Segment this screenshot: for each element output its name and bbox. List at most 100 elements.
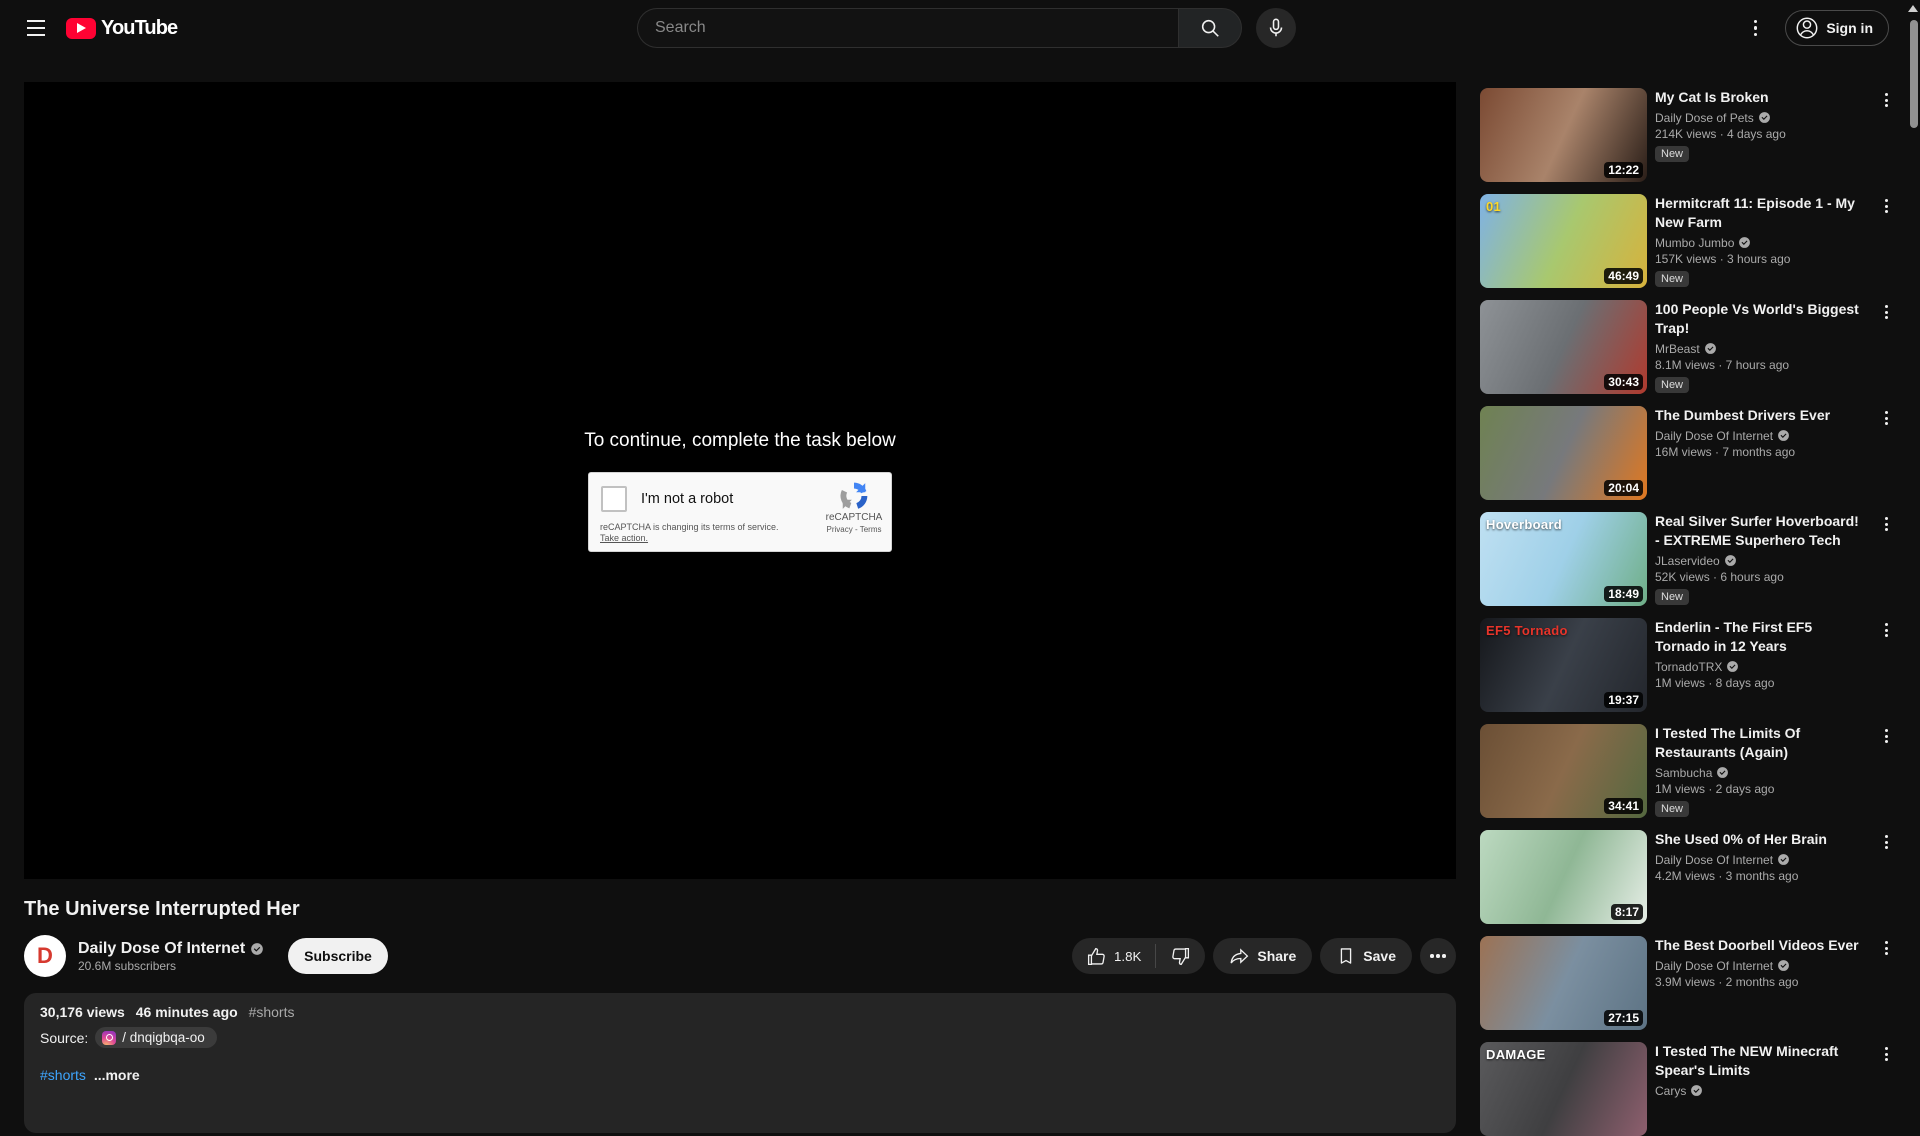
related-channel-name[interactable]: Daily Dose Of Internet [1655,429,1866,443]
related-video-item[interactable]: 01 46:49 Hermitcraft 11: Episode 1 - My … [1480,194,1892,288]
related-channel-name[interactable]: MrBeast [1655,342,1866,356]
related-video-item[interactable]: 27:15 The Best Doorbell Videos Ever Dail… [1480,936,1892,1030]
kebab-icon [1885,411,1888,414]
dislike-button[interactable] [1156,938,1205,974]
kebab-icon [1885,517,1888,520]
search-box [637,8,1242,48]
video-thumbnail[interactable]: 27:15 [1480,936,1647,1030]
related-video-item[interactable]: 30:43 100 People Vs World's Biggest Trap… [1480,300,1892,394]
related-item-menu-button[interactable] [1874,936,1898,960]
related-item-menu-button[interactable] [1874,1042,1898,1066]
description-panel[interactable]: 30,176 views 46 minutes ago #shorts Sour… [24,993,1456,1133]
shorts-hashtag-link[interactable]: #shorts [40,1067,86,1083]
captcha-privacy-link[interactable]: Privacy [827,525,853,534]
scrollbar-thumb[interactable] [1910,20,1918,128]
description-meta-line: 30,176 views 46 minutes ago #shorts [40,1004,1440,1020]
kebab-icon [1885,305,1888,308]
search-button[interactable] [1178,8,1242,48]
show-more-link[interactable]: ...more [94,1067,140,1083]
sign-in-button[interactable]: Sign in [1785,10,1889,46]
video-thumbnail[interactable]: 01 46:49 [1480,194,1647,288]
search-input[interactable] [637,8,1178,48]
related-item-menu-button[interactable] [1874,724,1898,748]
related-channel-name[interactable]: JLaservideo [1655,554,1866,568]
related-channel-name[interactable]: TornadoTRX [1655,660,1866,674]
related-video-title[interactable]: My Cat Is Broken [1655,88,1866,107]
related-channel-name[interactable]: Daily Dose of Pets [1655,111,1866,125]
related-channel-name[interactable]: Mumbo Jumbo [1655,236,1866,250]
more-actions-button[interactable] [1420,938,1456,974]
related-video-item[interactable]: 8:17 She Used 0% of Her Brain Daily Dose… [1480,830,1892,924]
related-item-menu-button[interactable] [1874,406,1898,430]
share-button[interactable]: Share [1213,938,1312,974]
captcha-notice: reCAPTCHA is changing its terms of servi… [600,522,779,545]
related-video-title[interactable]: The Best Doorbell Videos Ever [1655,936,1866,955]
captcha-terms-link[interactable]: Terms [860,525,882,534]
related-video-meta: 214K views · 4 days ago [1655,127,1866,141]
related-item-menu-button[interactable] [1874,512,1898,536]
subscribe-button[interactable]: Subscribe [288,938,388,974]
top-bar: YouTube Sign in [0,0,1920,56]
captcha-checkbox[interactable] [601,486,627,512]
video-thumbnail[interactable]: Hoverboard 18:49 [1480,512,1647,606]
related-item-menu-button[interactable] [1874,194,1898,218]
verified-badge-icon [1716,766,1729,779]
verified-badge-icon [1758,111,1771,124]
video-thumbnail[interactable]: 34:41 [1480,724,1647,818]
youtube-logo[interactable]: YouTube [66,17,177,40]
video-thumbnail[interactable]: 30:43 [1480,300,1647,394]
video-thumbnail[interactable]: DAMAGE [1480,1042,1647,1136]
related-channel-name[interactable]: Carys [1655,1084,1866,1098]
description-hashtag-line: #shorts ...more [40,1067,1440,1083]
related-video-item[interactable]: Hoverboard 18:49 Real Silver Surfer Hove… [1480,512,1892,606]
related-video-title[interactable]: The Dumbest Drivers Ever [1655,406,1866,425]
related-video-title[interactable]: Real Silver Surfer Hoverboard! - EXTREME… [1655,512,1866,550]
related-video-title[interactable]: 100 People Vs World's Biggest Trap! [1655,300,1866,338]
related-channel-name[interactable]: Daily Dose Of Internet [1655,959,1866,973]
kebab-icon [1754,20,1758,24]
related-item-menu-button[interactable] [1874,88,1898,112]
related-video-item[interactable]: 20:04 The Dumbest Drivers Ever Daily Dos… [1480,406,1892,500]
thumbnail-overlay-text: DAMAGE [1486,1047,1546,1062]
recaptcha-widget: I'm not a robot reCAPTCHA is changing it… [588,472,892,552]
video-player[interactable]: To continue, complete the task below I'm… [24,82,1456,879]
source-chip[interactable]: / dnqigbqa-oo [95,1027,217,1048]
mic-button[interactable] [1256,8,1296,48]
settings-menu-button[interactable] [1735,8,1775,48]
channel-name[interactable]: Daily Dose Of Internet [78,940,264,958]
channel-avatar[interactable]: D [24,935,66,977]
video-thumbnail[interactable]: 12:22 [1480,88,1647,182]
related-video-item[interactable]: 34:41 I Tested The Limits Of Restaurants… [1480,724,1892,818]
related-video-item[interactable]: DAMAGE I Tested The NEW Minecraft Spear'… [1480,1042,1892,1136]
related-channel-name[interactable]: Daily Dose Of Internet [1655,853,1866,867]
menu-button[interactable] [16,8,56,48]
video-thumbnail[interactable]: 20:04 [1480,406,1647,500]
related-item-menu-button[interactable] [1874,300,1898,324]
duration-badge: 30:43 [1604,374,1643,390]
youtube-play-icon [66,18,96,39]
new-badge: New [1655,377,1689,393]
save-button[interactable]: Save [1320,938,1412,974]
source-label: Source: [40,1030,88,1046]
page-scrollbar[interactable] [1908,0,1920,1080]
captcha-take-action-link[interactable]: Take action. [600,533,648,543]
new-badge: New [1655,589,1689,605]
related-item-menu-button[interactable] [1874,830,1898,854]
related-video-title[interactable]: Enderlin - The First EF5 Tornado in 12 Y… [1655,618,1866,656]
video-thumbnail[interactable]: 8:17 [1480,830,1647,924]
related-channel-name[interactable]: Sambucha [1655,766,1866,780]
related-video-title[interactable]: I Tested The Limits Of Restaurants (Agai… [1655,724,1866,762]
duration-badge: 8:17 [1611,904,1643,920]
scrollbar-up-arrow-icon[interactable] [1908,5,1918,12]
related-video-meta: 4.2M views · 3 months ago [1655,869,1866,883]
related-video-title[interactable]: Hermitcraft 11: Episode 1 - My New Farm [1655,194,1866,232]
related-video-item[interactable]: 12:22 My Cat Is Broken Daily Dose of Pet… [1480,88,1892,182]
new-badge: New [1655,271,1689,287]
related-video-title[interactable]: She Used 0% of Her Brain [1655,830,1866,849]
related-video-item[interactable]: EF5 Tornado 19:37 Enderlin - The First E… [1480,618,1892,712]
video-thumbnail[interactable]: EF5 Tornado 19:37 [1480,618,1647,712]
related-item-menu-button[interactable] [1874,618,1898,642]
related-video-title[interactable]: I Tested The NEW Minecraft Spear's Limit… [1655,1042,1866,1080]
recaptcha-logo-icon [839,481,869,511]
like-button[interactable]: 1.8K [1072,938,1155,974]
